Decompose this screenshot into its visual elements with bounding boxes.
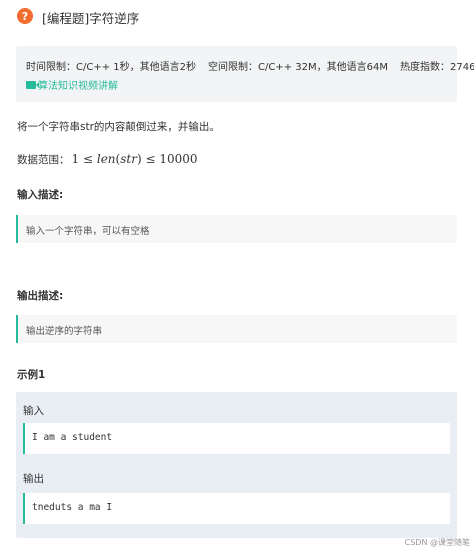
example-box: 输入 I am a student 输出 tneduts a ma I [16,392,457,538]
input-description-text: 输入一个字符串，可以有空格 [26,226,150,237]
time-limit: 时间限制：C/C++ 1秒，其他语言2秒 [26,62,196,73]
data-range-formula: 1 ≤ len(str) ≤ 10000 [71,152,198,166]
space-limit: 空间限制：C/C++ 32M，其他语言64M [208,62,388,73]
limits-row: 时间限制：C/C++ 1秒，其他语言2秒 空间限制：C/C++ 32M，其他语言6… [26,58,474,73]
example-output-label: 输出 [23,473,44,485]
question-icon: ? [17,8,33,24]
watermark: CSDN @课堂随笔 [404,538,470,547]
example-output-code[interactable]: tneduts a ma I [23,493,450,524]
problem-title: [编程题]字符逆序 [42,11,140,26]
example-output-value: tneduts a ma I [32,502,113,513]
video-camera-icon [26,80,39,89]
input-description-title: 输入描述: [17,189,64,201]
data-range-label: 数据范围： [17,154,70,166]
example-title: 示例1 [17,369,46,381]
problem-info-box: 时间限制：C/C++ 1秒，其他语言2秒 空间限制：C/C++ 32M，其他语言6… [16,46,474,102]
output-description-box: 输出逆序的字符串 [16,315,457,343]
video-explanation-link[interactable]: 算法知识视频讲解 [26,77,118,92]
heat-index: 热度指数：274669 [399,62,474,73]
output-description-text: 输出逆序的字符串 [26,326,103,337]
data-range: 数据范围： 1 ≤ len(str) ≤ 10000 [17,152,198,167]
example-input-code[interactable]: I am a student [23,423,450,454]
video-link-label: 算法知识视频讲解 [38,81,118,92]
input-description-box: 输入一个字符串，可以有空格 [16,215,457,243]
problem-header: ? [编程题]字符逆序 [0,0,474,34]
example-input-label: 输入 [23,405,44,417]
output-description-title: 输出描述: [17,290,64,302]
problem-description: 将一个字符串str的内容颠倒过来，并输出。 [17,121,220,133]
example-input-value: I am a student [32,432,113,443]
